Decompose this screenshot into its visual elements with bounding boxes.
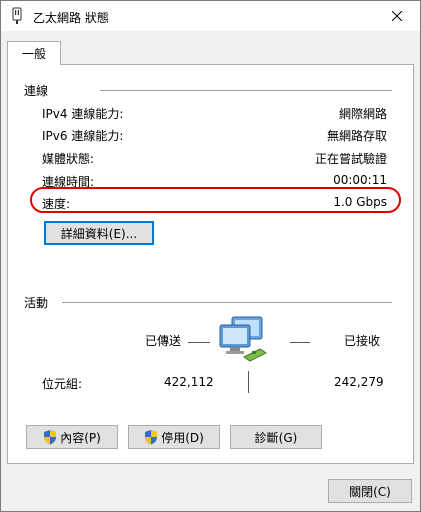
activity-divider [62,302,392,303]
properties-button-label: 內容(P) [60,430,101,445]
close-button-label: 關閉(C) [349,484,391,499]
activity-section-title: 活動 [24,296,49,310]
close-icon [392,11,402,21]
close-button[interactable]: 關閉(C) [328,479,412,503]
connection-section-title: 連線 [24,84,49,98]
sent-label: 已傳送 [145,334,182,348]
uac-shield-icon [44,430,57,445]
media-state-label: 媒體狀態: [42,152,95,166]
activity-separator [248,371,249,393]
ipv6-label: IPv6 連線能力: [42,129,124,143]
details-button[interactable]: 詳細資料(E)... [44,221,154,245]
tab-general[interactable]: 一般 [7,41,61,65]
disable-button-label: 停用(D) [161,430,204,445]
close-window-button[interactable] [374,1,420,31]
connection-divider [100,90,392,91]
sent-line [188,342,210,343]
uac-shield-icon [145,430,158,445]
title-bar[interactable]: 乙太網路 狀態 [1,1,420,31]
duration-value: 00:00:11 [333,173,387,187]
bytes-sent-value: 422,112 [164,375,214,389]
ethernet-status-dialog: 乙太網路 狀態 一般 連線 IPv4 連線能力: 網際網路 IPv6 連線能力:… [0,0,421,512]
diagnose-button[interactable]: 診斷(G) [230,425,322,449]
tab-general-label: 一般 [21,47,46,61]
disable-button[interactable]: 停用(D) [128,425,220,449]
bytes-received-value: 242,279 [334,375,384,389]
general-tab-panel: 連線 IPv4 連線能力: 網際網路 IPv6 連線能力: 無網路存取 媒體狀態… [7,64,414,464]
properties-button[interactable]: 內容(P) [26,425,118,449]
ipv6-value: 無網路存取 [326,129,387,143]
speed-highlight-annotation [30,187,401,213]
network-adapter-icon [12,7,22,24]
network-computers-icon [219,316,267,362]
received-label: 已接收 [344,334,381,348]
media-state-value: 正在嘗試驗證 [314,152,387,166]
details-button-label: 詳細資料(E)... [60,226,138,241]
window-title: 乙太網路 狀態 [33,11,109,25]
ipv4-value: 網際網路 [338,107,387,121]
ipv4-label: IPv4 連線能力: [42,107,124,121]
diagnose-button-label: 診斷(G) [254,430,298,445]
bytes-label: 位元組: [42,377,83,391]
received-line [290,342,310,343]
